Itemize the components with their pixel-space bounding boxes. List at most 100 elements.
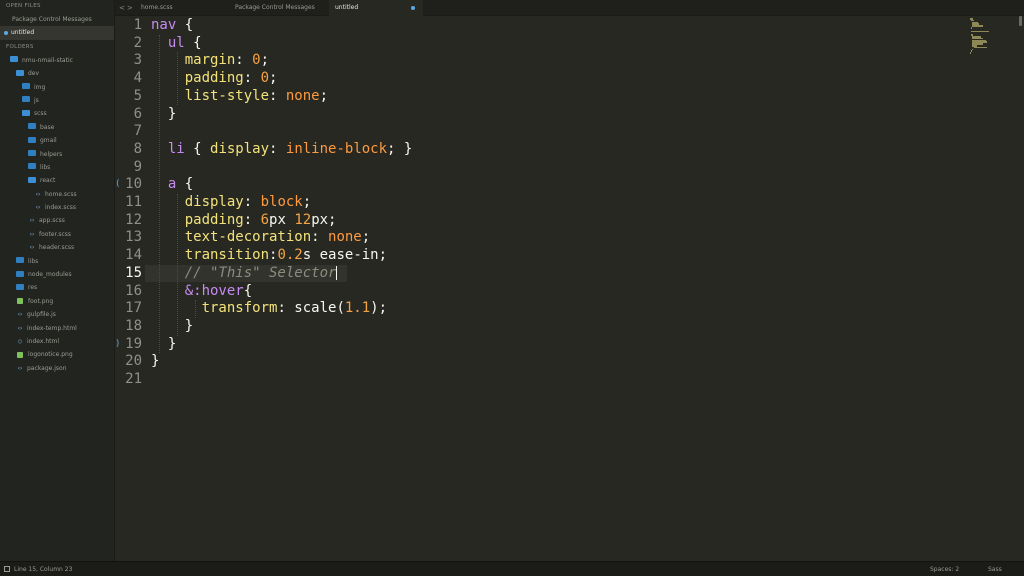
fold-marker-icon[interactable]: ) bbox=[115, 339, 120, 349]
code-token: : bbox=[235, 52, 253, 69]
code-line[interactable]: // "This" Selector bbox=[151, 265, 338, 283]
tree-item[interactable]: ‹› header.scss bbox=[0, 241, 114, 254]
folder-icon bbox=[28, 123, 36, 130]
code-editor[interactable]: 1 2 3 4 5 6 7 8 9 10 11 12 13 14 15 16 17 18 19 20 21() nav … bbox=[115, 16, 970, 561]
code-line[interactable]: padding: 6px 12px; bbox=[151, 211, 337, 230]
code-line[interactable]: li { display: inline-block; } bbox=[151, 141, 412, 159]
tree-item[interactable]: react bbox=[0, 174, 114, 187]
folder-icon bbox=[28, 150, 36, 157]
code-file-icon: ‹› bbox=[17, 364, 23, 372]
vertical-scrollbar[interactable] bbox=[1018, 16, 1024, 561]
open-file-item[interactable]: Package Control Messages bbox=[0, 13, 114, 26]
tree-item[interactable]: img bbox=[0, 81, 114, 94]
tree-item[interactable]: node_modules bbox=[0, 268, 114, 281]
tree-item[interactable]: foot.png bbox=[0, 295, 114, 308]
tree-item[interactable]: ‹› package.json bbox=[0, 362, 114, 375]
tree-item[interactable]: libs bbox=[0, 255, 114, 268]
fold-marker-icon[interactable]: ( bbox=[115, 179, 120, 189]
code-file-icon: ‹› bbox=[17, 311, 23, 319]
line-number: 9 bbox=[133, 158, 142, 175]
open-file-item[interactable]: untitled bbox=[0, 26, 114, 40]
line-number: 3 bbox=[133, 52, 142, 69]
tree-item-label: index.scss bbox=[45, 204, 76, 212]
folder-tree: nmu-nmail-static dev img js scss base gmail hel… bbox=[0, 54, 114, 375]
line-number: 8 bbox=[133, 140, 142, 157]
code-token: block bbox=[260, 194, 303, 210]
code-line[interactable]: a { bbox=[151, 176, 193, 194]
back-arrow-icon[interactable]: < bbox=[119, 0, 125, 16]
code-token: } bbox=[151, 317, 194, 334]
line-number: 20 bbox=[125, 353, 142, 370]
open-files-list: Package Control Messages untitled bbox=[0, 13, 114, 40]
tree-item[interactable]: base bbox=[0, 121, 114, 134]
tree-item[interactable]: ◇ index.html bbox=[0, 335, 114, 348]
tree-item[interactable]: res bbox=[0, 281, 114, 294]
tree-item[interactable]: js bbox=[0, 94, 114, 107]
line-number: 5 bbox=[133, 87, 142, 104]
code-token: : bbox=[311, 229, 329, 246]
code-line[interactable]: padding: 0; bbox=[151, 70, 278, 88]
tree-item[interactable]: logonotice.png bbox=[0, 348, 114, 361]
syntax-setting[interactable]: Sass bbox=[988, 562, 1002, 576]
line-number: 2 bbox=[133, 34, 142, 51]
tree-item[interactable]: ‹› footer.scss bbox=[0, 228, 114, 241]
scrollbar-thumb[interactable] bbox=[1019, 16, 1022, 26]
code-line[interactable]: } bbox=[151, 336, 176, 354]
tree-item-label: footer.scss bbox=[39, 231, 71, 239]
minimap[interactable] bbox=[970, 16, 1018, 561]
code-file-icon: ‹› bbox=[17, 324, 23, 332]
code-token: 6 bbox=[260, 211, 270, 228]
code-token: { bbox=[176, 176, 194, 193]
code-token: ; bbox=[302, 194, 312, 210]
code-line[interactable]: } bbox=[151, 106, 176, 124]
line-number: 14 bbox=[125, 247, 142, 264]
tab-untitled[interactable]: untitled bbox=[329, 0, 423, 16]
tree-item[interactable]: libs bbox=[0, 161, 114, 174]
tree-item-label: home.scss bbox=[45, 190, 77, 198]
image-file-icon bbox=[17, 298, 23, 305]
folder-open-icon bbox=[28, 176, 36, 183]
forward-arrow-icon[interactable]: > bbox=[127, 0, 133, 16]
tab-package-control-messages[interactable]: Package Control Messages bbox=[229, 0, 329, 16]
code-file-icon: ‹› bbox=[35, 190, 41, 198]
code-token: transition bbox=[184, 247, 270, 264]
code-token: display bbox=[184, 194, 244, 210]
tab-label: home.scss bbox=[141, 4, 173, 11]
tree-item[interactable]: ‹› home.scss bbox=[0, 188, 114, 201]
code-line[interactable]: margin: 0; bbox=[151, 52, 269, 70]
code-line[interactable]: } bbox=[151, 353, 159, 371]
tree-item[interactable]: gmail bbox=[0, 134, 114, 147]
code-token: ; bbox=[319, 87, 329, 104]
folder-open-icon bbox=[10, 56, 18, 63]
code-line[interactable]: transition:0.2s ease-in; bbox=[151, 247, 387, 265]
code-token: list-style bbox=[184, 87, 270, 104]
tree-item-label: res bbox=[28, 284, 38, 292]
code-token: ul bbox=[167, 34, 185, 51]
code-line[interactable]: &:hover{ bbox=[151, 283, 252, 301]
code-token: ; bbox=[260, 52, 270, 69]
code-line[interactable]: display: block; bbox=[151, 194, 311, 212]
code-line[interactable]: list-style: none; bbox=[151, 88, 328, 106]
folder-icon bbox=[16, 270, 24, 277]
line-number: 6 bbox=[133, 105, 142, 122]
tree-item[interactable]: ‹› app.scss bbox=[0, 214, 114, 227]
code-line[interactable]: text-decoration: none; bbox=[151, 229, 370, 247]
code-token: text-decoration bbox=[184, 229, 312, 246]
code-line[interactable]: transform: scale(1.1); bbox=[151, 300, 387, 318]
code-line[interactable]: nav { bbox=[151, 17, 193, 35]
indentation-setting[interactable]: Spaces: 2 bbox=[930, 562, 959, 576]
tree-item[interactable]: ‹› index.scss bbox=[0, 201, 114, 214]
tree-item[interactable]: ‹› index-temp.html bbox=[0, 322, 114, 335]
tree-item[interactable]: helpers bbox=[0, 148, 114, 161]
tree-item[interactable]: dev bbox=[0, 67, 114, 80]
tree-item[interactable]: ‹› gulpfile.js bbox=[0, 308, 114, 321]
tab-home-scss[interactable]: home.scss bbox=[135, 0, 229, 16]
line-number: 17 bbox=[125, 300, 142, 317]
tree-item[interactable]: scss bbox=[0, 107, 114, 120]
code-line[interactable]: ul { bbox=[151, 35, 202, 53]
tree-item[interactable]: nmu-nmail-static bbox=[0, 54, 114, 67]
code-token: padding bbox=[184, 70, 244, 87]
code-line[interactable]: } bbox=[151, 318, 193, 336]
panel-toggle-icon[interactable] bbox=[4, 566, 10, 572]
